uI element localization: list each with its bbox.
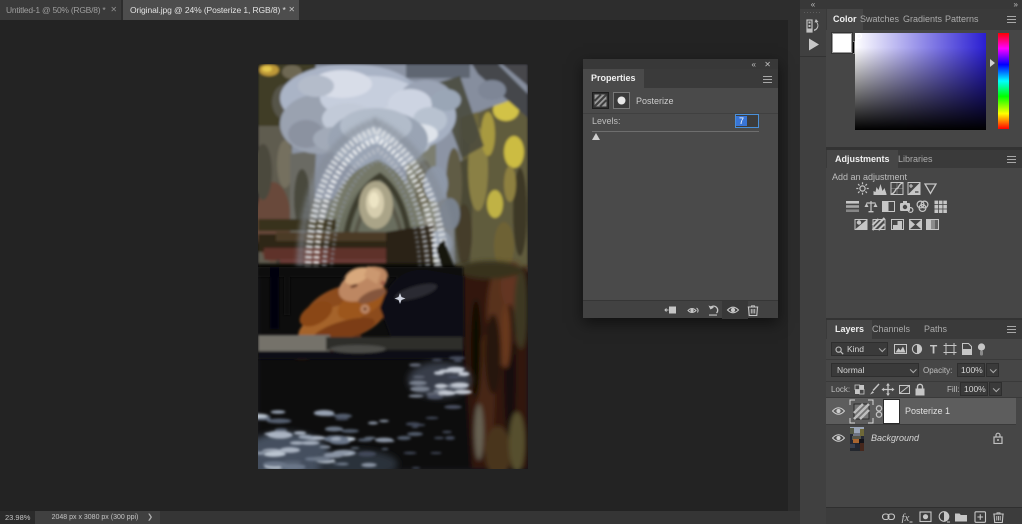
svg-text:fx: fx xyxy=(902,512,910,523)
svg-text:T: T xyxy=(930,343,938,357)
